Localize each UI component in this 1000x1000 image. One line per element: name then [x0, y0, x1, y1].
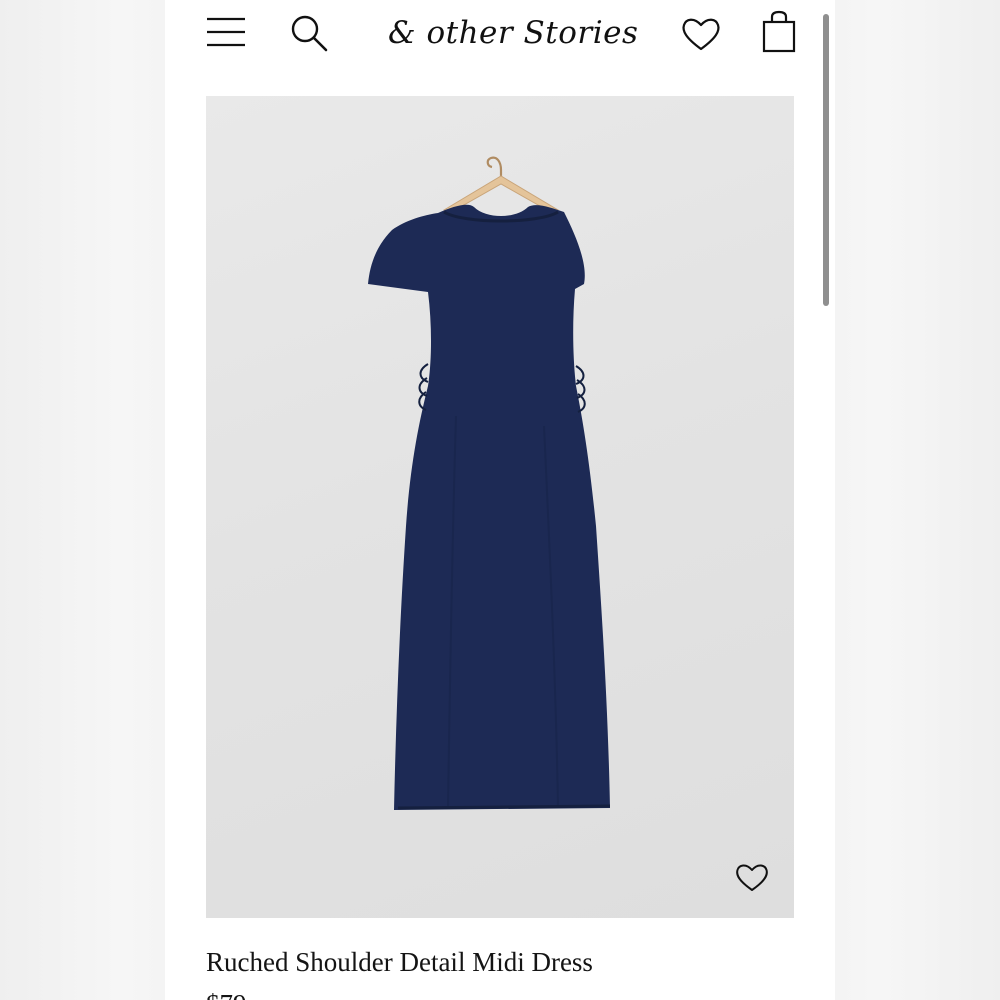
- heart-outline-icon: [682, 18, 720, 51]
- product-wishlist-button[interactable]: [734, 860, 770, 894]
- product-price: $79: [206, 986, 247, 1000]
- shopping-bag-button[interactable]: [762, 10, 796, 54]
- hamburger-menu-icon: [207, 17, 245, 47]
- wishlist-button[interactable]: [680, 14, 722, 54]
- brand-logo[interactable]: & other Stories: [388, 9, 638, 57]
- search-button[interactable]: [288, 12, 330, 54]
- mobile-page: & other Stories Ruched Shoulder Detail M…: [166, 0, 834, 1000]
- dress-photo: [368, 156, 611, 810]
- heart-outline-icon: [736, 864, 768, 891]
- scrollbar[interactable]: [823, 14, 829, 306]
- menu-button[interactable]: [206, 12, 246, 52]
- search-icon: [291, 15, 328, 52]
- product-name[interactable]: Ruched Shoulder Detail Midi Dress: [206, 944, 806, 980]
- shopping-bag-icon: [762, 10, 796, 53]
- product-image[interactable]: [206, 96, 794, 918]
- site-header: & other Stories: [166, 0, 834, 68]
